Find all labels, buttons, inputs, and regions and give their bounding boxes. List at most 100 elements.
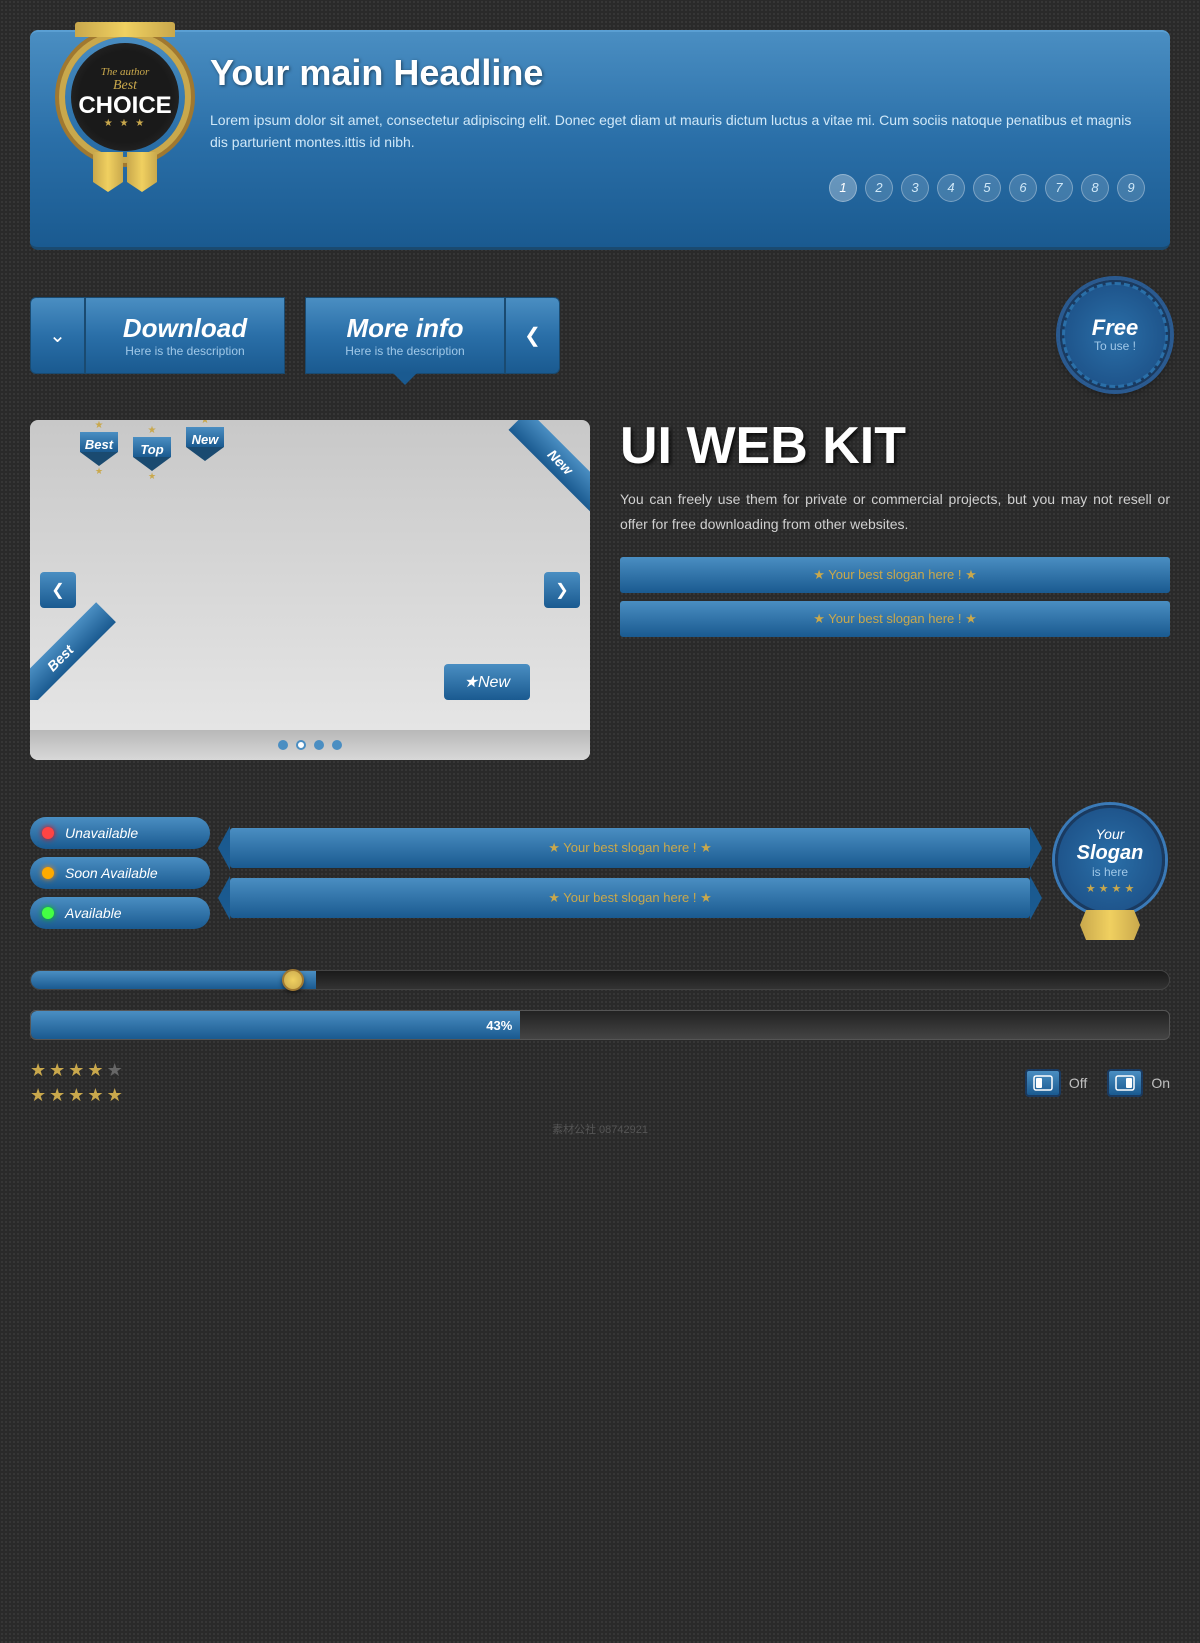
card-nav-right[interactable]: ❯ [544, 572, 580, 608]
badge-ribbon-top [75, 22, 175, 37]
status-soon[interactable]: Soon Available [30, 857, 210, 889]
page-2[interactable]: 2 [865, 174, 893, 202]
kit-desc: You can freely use them for private or c… [620, 487, 1170, 537]
stars-row-2: ★ ★ ★ ★ ★ [30, 1085, 123, 1106]
dot-nav [30, 730, 590, 760]
star-2-3: ★ [68, 1085, 84, 1106]
star-1-4: ★ [87, 1060, 103, 1081]
slogan-btn-2[interactable]: ★ Your best slogan here ! ★ [230, 878, 1030, 918]
status-buttons: Unavailable Soon Available Available [30, 817, 210, 929]
dot-2[interactable] [296, 740, 306, 750]
new-ribbon-bottom: ★New [444, 664, 530, 700]
download-btn-group: ⌄ Download Here is the description [30, 297, 285, 374]
tag-arrow-1 [80, 452, 118, 466]
badge-circle: The author Best CHOICE ★ ★ ★ [65, 37, 185, 157]
page-8[interactable]: 8 [1081, 174, 1109, 202]
toggle-on-icon [1107, 1069, 1143, 1097]
hero-section: The author Best CHOICE ★ ★ ★ Your main H… [30, 30, 1170, 250]
slogan-ribbon-1[interactable]: ★ Your best slogan here ! ★ [620, 557, 1170, 593]
badge-ribbons-bottom [93, 152, 157, 192]
moreinfo-arrow-right[interactable]: ❮ [505, 297, 560, 374]
corner-tr-wrapper: New [470, 420, 590, 540]
slogan-ribbon-1-text: ★ Your best slogan here ! ★ [813, 567, 977, 583]
moreinfo-btn-group: More info Here is the description ❮ [305, 297, 560, 374]
page-5[interactable]: 5 [973, 174, 1001, 202]
progress-label: 43% [486, 1018, 512, 1033]
badge-choice-text: CHOICE [78, 94, 171, 118]
status-row: Unavailable Soon Available Available ★ Y… [30, 805, 1170, 940]
corner-bl-ribbon: Best [30, 602, 116, 700]
download-label: Download [121, 313, 249, 344]
tag-bottom-star-1: ★ [95, 466, 103, 477]
hero-title: Your main Headline [210, 52, 1145, 94]
tag-label-1: Best [80, 432, 118, 452]
tag-label-3: New [186, 427, 224, 447]
slogan-ribbon-2[interactable]: ★ Your best slogan here ! ★ [620, 601, 1170, 637]
page-3[interactable]: 3 [901, 174, 929, 202]
status-dot-red [42, 827, 54, 839]
star-1-2: ★ [49, 1060, 65, 1081]
status-available-label: Available [65, 905, 122, 921]
download-button[interactable]: Download Here is the description [85, 297, 285, 374]
moreinfo-desc: Here is the description [341, 344, 469, 358]
dot-4[interactable] [332, 740, 342, 750]
dot-1[interactable] [278, 740, 288, 750]
corner-tr-ribbon: New [509, 420, 590, 514]
tag-arrow-3 [186, 447, 224, 461]
tag-bottom-star-2: ★ [148, 471, 156, 482]
hero-description: Lorem ipsum dolor sit amet, consectetur … [210, 109, 1145, 154]
slider-track[interactable] [30, 970, 1170, 990]
award-badge: Your Slogan is here ★ ★ ★ ★ [1050, 805, 1170, 940]
watermark: 素材公社 08742921 [30, 1121, 1170, 1137]
page-7[interactable]: 7 [1045, 174, 1073, 202]
page-4[interactable]: 4 [937, 174, 965, 202]
award-slogan: Slogan [1077, 842, 1144, 865]
stars-row-1: ★ ★ ★ ★ ★ [30, 1060, 123, 1081]
slogan-ribbons-mid: ★ Your best slogan here ! ★ ★ Your best … [230, 828, 1030, 918]
badge-stars: ★ ★ ★ [104, 118, 146, 129]
card-nav-left[interactable]: ❮ [40, 572, 76, 608]
dot-3[interactable] [314, 740, 324, 750]
badge-author-text: The author [101, 66, 150, 78]
status-unavailable[interactable]: Unavailable [30, 817, 210, 849]
status-unavailable-label: Unavailable [65, 825, 138, 841]
slider-thumb[interactable] [282, 969, 304, 991]
progress-section: 43% [30, 1010, 1170, 1040]
content-area: ★ Best ★ ★ Top ★ ★ New [30, 420, 1170, 775]
free-badge: Free To use ! [1060, 280, 1170, 390]
download-arrow-left[interactable]: ⌄ [30, 297, 85, 374]
slogan-btn-1-text: ★ Your best slogan here ! ★ [548, 840, 712, 855]
toggle-section: Off On [1025, 1069, 1170, 1097]
slogan-btn-2-text: ★ Your best slogan here ! ★ [548, 890, 712, 905]
moreinfo-button[interactable]: More info Here is the description [305, 297, 505, 374]
free-label: Free [1092, 317, 1138, 339]
tag-star-icon-1: ★ [93, 420, 105, 432]
page-9[interactable]: 9 [1117, 174, 1145, 202]
moreinfo-label: More info [341, 313, 469, 344]
pagination: 1 2 3 4 5 6 7 8 9 [210, 174, 1145, 202]
slider-section [30, 970, 1170, 990]
status-available[interactable]: Available [30, 897, 210, 929]
progress-track: 43% [30, 1010, 1170, 1040]
tag-label-2: Top [133, 437, 171, 457]
status-dot-yellow [42, 867, 54, 879]
award-your: Your [1096, 826, 1125, 842]
star-2-4: ★ [87, 1085, 103, 1106]
page-1[interactable]: 1 [829, 174, 857, 202]
new-ribbon-label: ★New [464, 672, 510, 692]
progress-fill: 43% [31, 1011, 520, 1039]
tag-arrow-2 [133, 457, 171, 471]
page-6[interactable]: 6 [1009, 174, 1037, 202]
toggle-off[interactable]: Off [1025, 1069, 1087, 1097]
award-circle: Your Slogan is here ★ ★ ★ ★ [1055, 805, 1165, 915]
slogan-btn-1[interactable]: ★ Your best slogan here ! ★ [230, 828, 1030, 868]
toggle-off-label: Off [1069, 1075, 1087, 1091]
tags-container: ★ Best ★ ★ Top ★ ★ New [30, 420, 224, 482]
tag-star-1: ★ Best ★ [80, 420, 118, 482]
star-1-5: ★ [107, 1060, 123, 1081]
toggle-on[interactable]: On [1107, 1069, 1170, 1097]
star-1-1: ★ [30, 1060, 46, 1081]
right-panel: UI WEB KIT You can freely use them for p… [620, 420, 1170, 775]
free-sub: To use ! [1094, 339, 1136, 353]
buttons-row: ⌄ Download Here is the description More … [30, 280, 1170, 390]
